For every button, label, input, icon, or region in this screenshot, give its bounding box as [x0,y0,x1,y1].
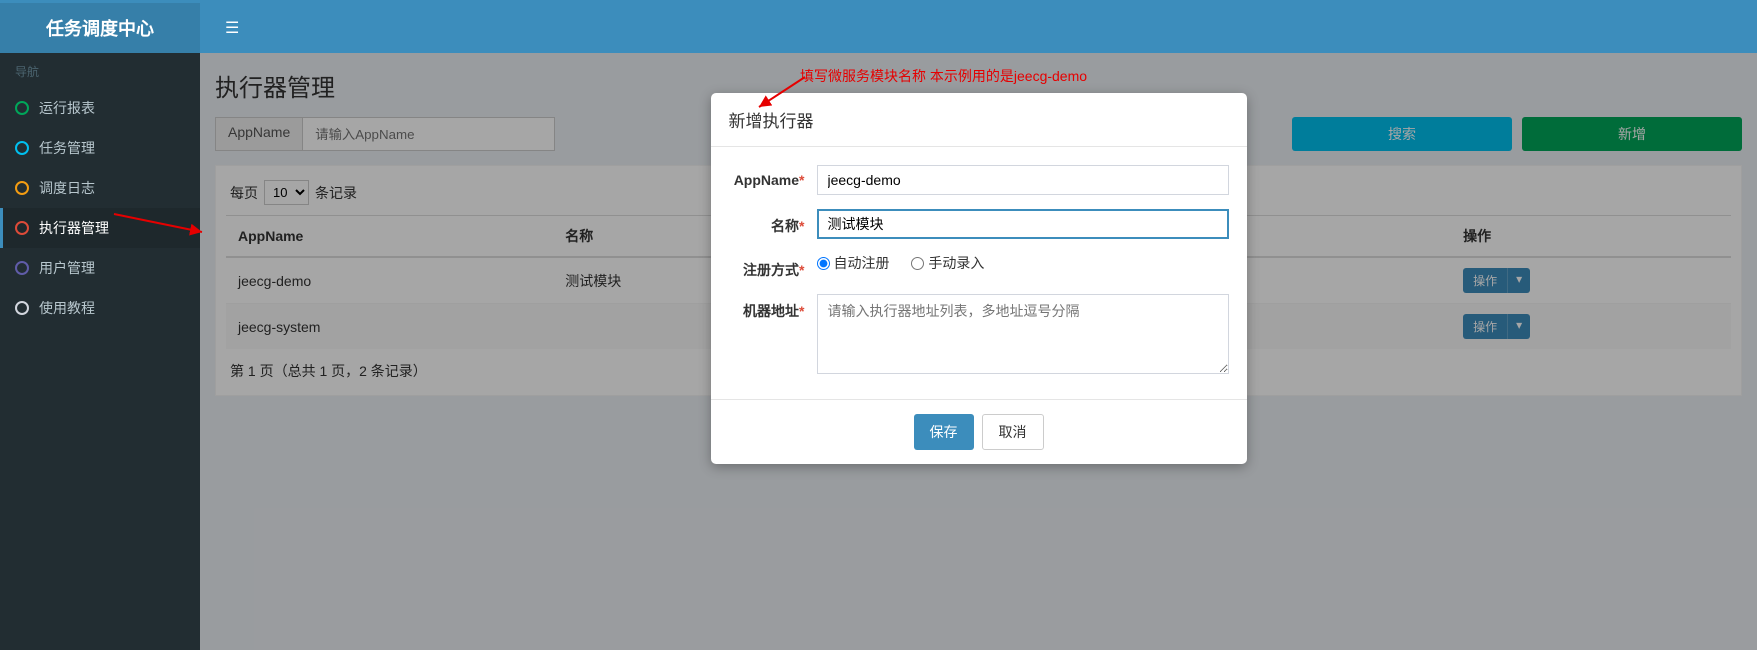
header: 任务调度中心 ☰ [0,3,1757,53]
appname-label: AppName [734,172,799,188]
required-mark: * [799,172,804,188]
nav-header: 导航 [0,53,200,88]
reg-manual-option[interactable]: 手动录入 [911,253,984,273]
sidebar-item-label: 使用教程 [39,298,95,318]
circle-icon [15,301,29,315]
required-mark: * [799,218,804,234]
sidebar-item-4[interactable]: 用户管理 [0,248,200,288]
navbar: ☰ [200,3,1757,53]
name-label: 名称 [771,218,799,234]
sidebar-item-label: 运行报表 [39,98,95,118]
circle-icon [15,141,29,155]
save-button[interactable]: 保存 [914,414,974,450]
circle-icon [15,221,29,235]
addr-label: 机器地址 [743,303,799,319]
cancel-button[interactable]: 取消 [982,414,1044,450]
content: 执行器管理 AppName 搜索 搜索 新增 每页 10 条记录 AppName… [200,53,1757,650]
annotation-arrow-icon [755,73,815,116]
sidebar-item-5[interactable]: 使用教程 [0,288,200,328]
circle-icon [15,181,29,195]
reg-label: 注册方式 [743,262,799,278]
logo[interactable]: 任务调度中心 [0,3,200,53]
required-mark: * [799,262,804,278]
annotation-hint: 填写微服务模块名称 本示例用的是jeecg-demo [800,66,1087,86]
sidebar: 导航 运行报表任务管理调度日志执行器管理用户管理使用教程 [0,53,200,650]
name-input[interactable] [817,209,1229,239]
sidebar-item-2[interactable]: 调度日志 [0,168,200,208]
sidebar-item-label: 调度日志 [39,178,95,198]
sidebar-item-1[interactable]: 任务管理 [0,128,200,168]
sidebar-item-0[interactable]: 运行报表 [0,88,200,128]
reg-auto-radio[interactable] [817,257,830,270]
reg-manual-radio[interactable] [911,257,924,270]
add-executor-modal: 新增执行器 AppName* 名称* 注册方式* 自动注册 手动录入 [711,93,1247,464]
main-wrapper: 导航 运行报表任务管理调度日志执行器管理用户管理使用教程 执行器管理 AppNa… [0,53,1757,650]
sidebar-item-label: 执行器管理 [39,218,109,238]
appname-input[interactable] [817,165,1229,195]
sidebar-item-label: 用户管理 [39,258,95,278]
sidebar-item-label: 任务管理 [39,138,95,158]
reg-auto-option[interactable]: 自动注册 [817,253,890,273]
circle-icon [15,261,29,275]
required-mark: * [799,303,804,319]
addr-textarea[interactable] [817,294,1229,374]
circle-icon [15,101,29,115]
hamburger-icon[interactable]: ☰ [215,8,249,48]
annotation-sidebar-arrow-icon [110,210,210,243]
